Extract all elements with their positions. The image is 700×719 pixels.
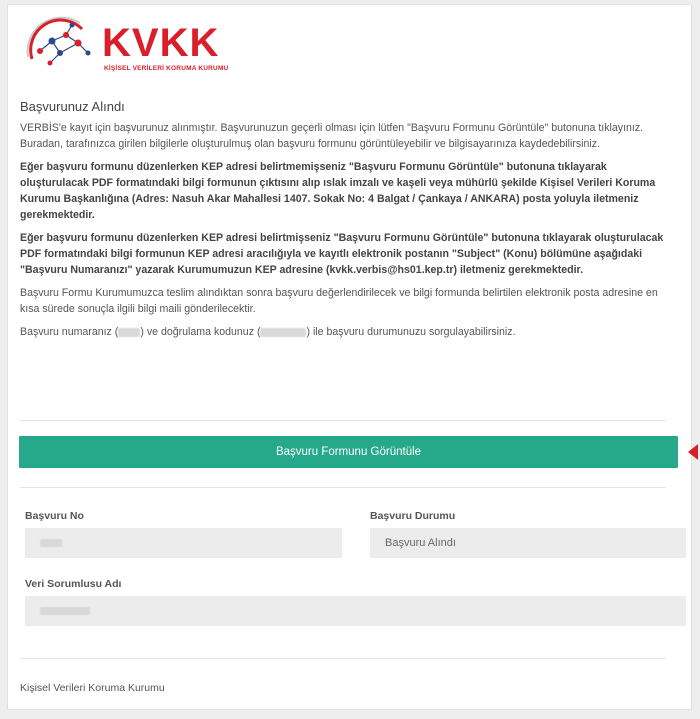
data-controller-redacted: [40, 607, 90, 616]
info-paragraph-evaluation: Başvuru Formu Kurumumuzca teslim alındık…: [20, 287, 658, 315]
info-paragraph-with-kep: Eğer başvuru formunu düzenlerken KEP adr…: [20, 232, 664, 276]
divider: [20, 487, 666, 488]
footer-text: Kişisel Verileri Koruma Kurumu: [20, 682, 165, 694]
application-no-label: Başvuru No: [25, 510, 84, 522]
network-icon: [26, 16, 91, 66]
data-controller-label: Veri Sorumlusu Adı: [25, 578, 122, 590]
info-paragraph-1: VERBİS'e kayıt için başvurunuz alınmıştı…: [20, 122, 644, 150]
view-application-form-button[interactable]: Başvuru Formunu Görüntüle: [19, 436, 678, 468]
application-no-field[interactable]: [25, 528, 342, 558]
query-text-b: ) ve doğrulama kodunuz (: [140, 326, 261, 338]
info-content: Başvurunuz Alındı VERBİS'e kayıt için ba…: [20, 98, 666, 347]
application-status-field[interactable]: Başvuru Alındı: [370, 528, 686, 558]
application-no-redacted: [40, 539, 62, 548]
info-paragraph-query: Başvuru numaranız ( ) ve doğrulama kodunu…: [20, 324, 666, 340]
verification-code-redacted: [260, 327, 307, 337]
query-text-c: ) ile başvuru durumunuzu sorgulayabilirs…: [306, 326, 516, 338]
logo-brand: KVKK: [102, 21, 220, 65]
divider: [20, 658, 666, 659]
page-title: Başvurunuz Alındı: [20, 99, 125, 114]
data-controller-field[interactable]: [25, 596, 686, 626]
logo-subtitle: KİŞİSEL VERİLERİ KORUMA KURUMU: [104, 65, 229, 72]
application-number-redacted: [118, 327, 141, 337]
query-text-a: Başvuru numaranız (: [20, 326, 119, 338]
pointer-arrow-icon: [688, 444, 698, 460]
kvkk-logo: KVKK KİŞİSEL VERİLERİ KORUMA KURUMU: [22, 13, 252, 73]
application-status-label: Başvuru Durumu: [370, 510, 456, 522]
info-paragraph-no-kep: Eğer başvuru formunu düzenlerken KEP adr…: [20, 161, 656, 221]
divider: [20, 420, 666, 421]
